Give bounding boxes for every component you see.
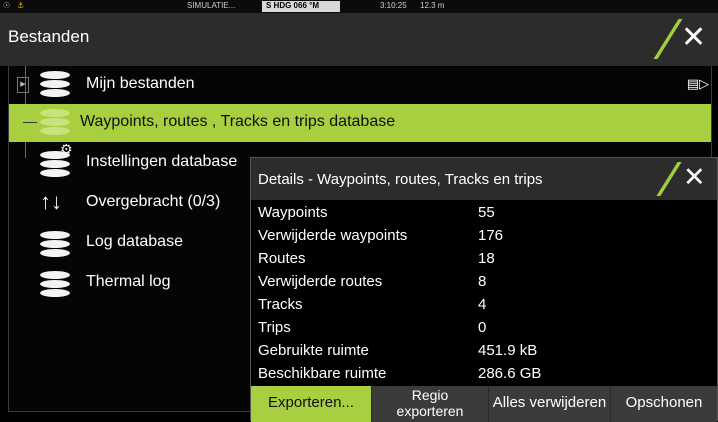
accent-slash <box>653 19 683 59</box>
detail-row-trips: Trips 0 <box>258 319 486 342</box>
close-icon[interactable]: ✕ <box>683 164 706 191</box>
button-label: Opschonen <box>625 394 703 411</box>
detail-value: 0 <box>478 319 487 336</box>
detail-value: 8 <box>478 273 487 290</box>
detail-row-waypoints: Waypoints 55 <box>258 204 495 227</box>
tree-item-label: Mijn bestanden <box>86 75 195 92</box>
detail-label: Beschikbare ruimte <box>258 365 387 382</box>
button-label: Regio <box>411 387 449 403</box>
detail-row-tracks: Tracks 4 <box>258 296 486 319</box>
clean-button[interactable]: Opschonen <box>611 386 717 422</box>
tree-item-my-files[interactable]: ▶ Mijn bestanden ▤▷ <box>17 66 709 104</box>
database-icon <box>40 71 70 99</box>
delete-all-button[interactable]: Alles verwijderen <box>489 386 610 422</box>
transfer-arrows-icon: ↑↓ <box>40 189 62 214</box>
close-icon[interactable]: ✕ <box>681 23 706 53</box>
accent-slash <box>656 162 682 196</box>
detail-value: 451.9 kB <box>478 342 538 359</box>
tree-item-label: Thermal log <box>86 273 171 290</box>
details-dialog: Details - Waypoints, routes, Tracks en t… <box>250 157 718 422</box>
detail-value: 18 <box>478 250 495 267</box>
simulate-status: SIMULATIE... <box>187 1 236 10</box>
detail-label: Waypoints <box>258 204 328 221</box>
anchor-icon: ⚓ <box>17 1 25 10</box>
globe-icon: ☉ <box>3 1 11 10</box>
detail-value: 176 <box>478 227 504 244</box>
menu-list-icon[interactable]: ▤▷ <box>687 76 709 92</box>
detail-row-deleted-routes: Verwijderde routes 8 <box>258 273 486 296</box>
dialog-header: Details - Waypoints, routes, Tracks en t… <box>251 158 717 200</box>
page-title: Bestanden <box>8 27 90 46</box>
expand-icon[interactable]: ▶ <box>17 77 29 93</box>
detail-label: Routes <box>258 250 306 267</box>
detail-value: 55 <box>478 204 495 221</box>
database-icon <box>40 269 70 297</box>
detail-label: Tracks <box>258 296 303 313</box>
tree-item-waypoints-db[interactable]: Waypoints, routes , Tracks en trips data… <box>9 104 711 142</box>
database-settings-icon: ⚙ <box>40 141 73 177</box>
detail-label: Trips <box>258 319 291 336</box>
status-bar: ☉ ⚓ SIMULATIE... S HDG 066 °M 3:10:25 12… <box>0 0 718 13</box>
detail-label: Gebruikte ruimte <box>258 342 369 359</box>
detail-value: 4 <box>478 296 487 313</box>
tree-item-label: Log database <box>86 233 183 250</box>
distance-readout: 12.3 m <box>420 1 445 10</box>
database-icon <box>40 229 70 257</box>
dialog-title: Details - Waypoints, routes, Tracks en t… <box>258 171 543 188</box>
button-label: Alles verwijderen <box>492 394 607 411</box>
detail-row-routes: Routes 18 <box>258 250 495 273</box>
tree-line <box>23 122 37 123</box>
detail-value: 286.6 GB <box>478 365 542 382</box>
detail-row-used-space: Gebruikte ruimte 451.9 kB <box>258 342 537 365</box>
dialog-button-bar: Exporteren... Regio exporteren Alles ver… <box>251 386 717 422</box>
detail-label: Verwijderde routes <box>258 273 383 290</box>
database-icon <box>40 109 70 137</box>
detail-label: Verwijderde waypoints <box>258 227 408 244</box>
tree-item-label: Waypoints, routes , Tracks en trips data… <box>80 113 396 130</box>
title-bar: Bestanden ✕ <box>0 13 718 66</box>
region-export-button[interactable]: Regio exporteren <box>372 386 488 422</box>
button-label: exporteren <box>396 403 464 419</box>
tree-item-label: Instellingen database <box>86 153 238 170</box>
time-readout: 3:10:25 <box>380 1 407 10</box>
detail-row-deleted-waypoints: Verwijderde waypoints 176 <box>258 227 503 250</box>
detail-row-available-space: Beschikbare ruimte 286.6 GB <box>258 365 541 388</box>
export-button[interactable]: Exporteren... <box>251 386 371 422</box>
tree-item-label: Overgebracht (0/3) <box>86 193 221 210</box>
heading-readout: S HDG 066 °M <box>262 1 340 12</box>
button-label: Exporteren... <box>268 394 354 411</box>
